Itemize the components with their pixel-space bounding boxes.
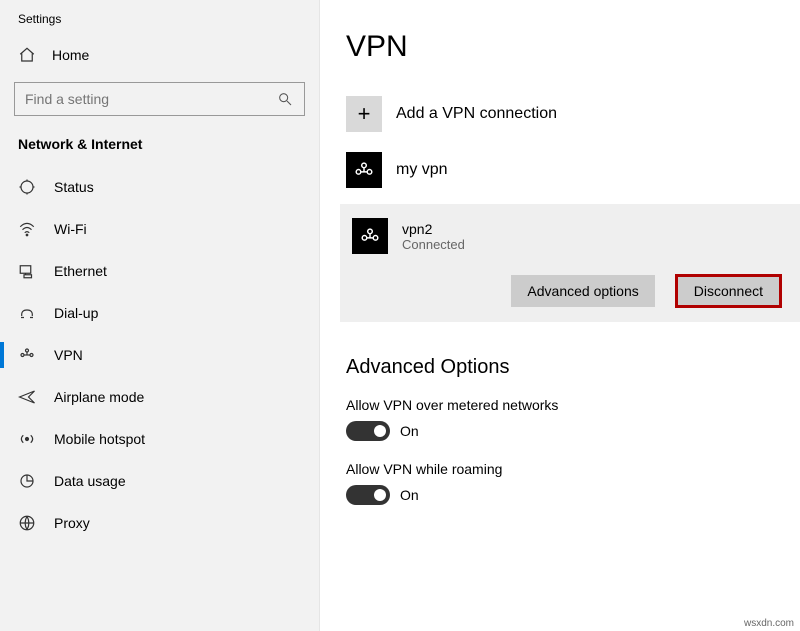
advanced-options-heading: Advanced Options <box>346 356 800 379</box>
airplane-icon <box>18 388 36 406</box>
sidebar-item-label: Data usage <box>54 473 126 489</box>
sidebar-item-dialup[interactable]: Dial-up <box>0 292 319 334</box>
search-icon <box>276 90 294 108</box>
sidebar-item-label: Wi-Fi <box>54 221 87 237</box>
sidebar: Settings Home Network & Internet Status … <box>0 0 320 631</box>
vpn-item-myvpn[interactable]: my vpn <box>340 148 800 192</box>
home-label: Home <box>52 47 89 63</box>
hotspot-icon <box>18 430 36 448</box>
sidebar-item-label: VPN <box>54 347 83 363</box>
home-icon <box>18 46 36 64</box>
plus-icon: + <box>346 96 382 132</box>
option-roaming-label: Allow VPN while roaming <box>346 461 794 477</box>
page-title: VPN <box>340 30 800 64</box>
sidebar-item-vpn[interactable]: VPN <box>0 334 319 376</box>
sidebar-item-label: Airplane mode <box>54 389 144 405</box>
sidebar-item-label: Ethernet <box>54 263 107 279</box>
search-input[interactable] <box>14 82 305 116</box>
toggle-metered-state: On <box>400 423 419 439</box>
main-panel: VPN + Add a VPN connection my vpn vpn <box>320 0 800 631</box>
sidebar-item-label: Status <box>54 179 94 195</box>
sidebar-item-label: Dial-up <box>54 305 98 321</box>
window-title: Settings <box>0 8 319 36</box>
vpn-icon <box>18 346 36 364</box>
watermark: wsxdn.com <box>744 618 794 629</box>
add-vpn-label: Add a VPN connection <box>396 105 557 123</box>
toggle-roaming[interactable] <box>346 485 390 505</box>
sidebar-item-ethernet[interactable]: Ethernet <box>0 250 319 292</box>
disconnect-button[interactable]: Disconnect <box>675 274 782 308</box>
sidebar-item-status[interactable]: Status <box>0 166 319 208</box>
sidebar-item-hotspot[interactable]: Mobile hotspot <box>0 418 319 460</box>
sidebar-item-label: Mobile hotspot <box>54 431 145 447</box>
vpn-item-name: my vpn <box>396 161 448 179</box>
vpn-item-vpn2[interactable]: vpn2 Connected Advanced options Disconne… <box>340 204 800 322</box>
add-vpn-button[interactable]: + Add a VPN connection <box>340 92 800 136</box>
toggle-roaming-state: On <box>400 487 419 503</box>
vpn-network-icon <box>352 218 388 254</box>
datausage-icon <box>18 472 36 490</box>
sidebar-item-proxy[interactable]: Proxy <box>0 502 319 544</box>
wifi-icon <box>18 220 36 238</box>
sidebar-item-wifi[interactable]: Wi-Fi <box>0 208 319 250</box>
home-button[interactable]: Home <box>0 36 319 74</box>
vpn-item-status: Connected <box>402 237 465 252</box>
proxy-icon <box>18 514 36 532</box>
sidebar-item-datausage[interactable]: Data usage <box>0 460 319 502</box>
search-field[interactable] <box>25 91 265 107</box>
ethernet-icon <box>18 262 36 280</box>
status-icon <box>18 178 36 196</box>
toggle-metered[interactable] <box>346 421 390 441</box>
option-metered-label: Allow VPN over metered networks <box>346 397 794 413</box>
sidebar-item-airplane[interactable]: Airplane mode <box>0 376 319 418</box>
dialup-icon <box>18 304 36 322</box>
section-label: Network & Internet <box>0 128 319 166</box>
sidebar-item-label: Proxy <box>54 515 90 531</box>
vpn-item-name: vpn2 <box>402 221 465 237</box>
vpn-network-icon <box>346 152 382 188</box>
advanced-options-button[interactable]: Advanced options <box>511 275 654 307</box>
